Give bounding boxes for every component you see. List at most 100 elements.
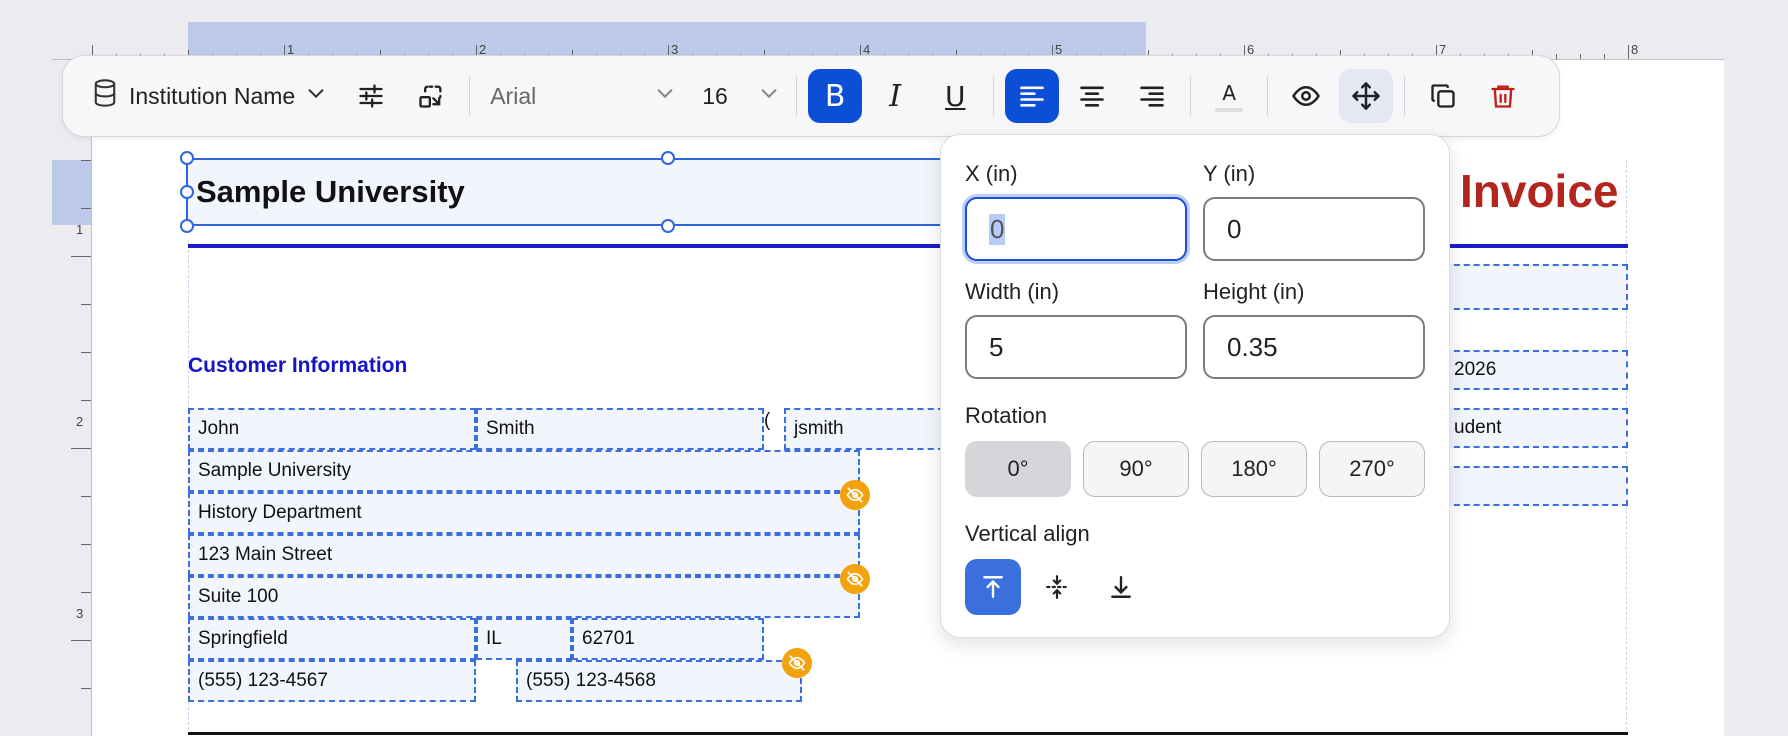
width-input-value: 5 bbox=[989, 331, 1004, 362]
align-top-button[interactable] bbox=[965, 559, 1021, 615]
resize-handle[interactable] bbox=[180, 151, 194, 165]
ruler-tick bbox=[1628, 45, 1629, 59]
ruler-tick bbox=[81, 688, 91, 689]
italic-icon: I bbox=[889, 78, 902, 114]
toolbar-separator bbox=[796, 76, 798, 116]
last-name-text: Smith bbox=[486, 418, 535, 439]
phone-field[interactable]: (555) 123-4567 bbox=[188, 660, 476, 702]
chevron-down-icon bbox=[758, 82, 780, 110]
text-color-button[interactable]: A bbox=[1202, 69, 1256, 123]
date-text: 2026 bbox=[1454, 359, 1497, 380]
toolbar-separator bbox=[1267, 76, 1269, 116]
institution-field[interactable]: Sample University bbox=[188, 450, 860, 492]
first-name-text: John bbox=[198, 418, 240, 439]
username-text: jsmith bbox=[794, 418, 844, 439]
eye-off-icon[interactable] bbox=[840, 564, 870, 594]
resize-handle[interactable] bbox=[180, 185, 194, 199]
ruler-number: 2 bbox=[76, 414, 84, 429]
ruler-tick bbox=[81, 304, 91, 305]
city-text: Springfield bbox=[198, 628, 288, 649]
eye-icon bbox=[1292, 85, 1321, 107]
ruler-tick bbox=[81, 592, 91, 593]
field-selector[interactable]: Institution Name bbox=[83, 78, 341, 114]
y-input[interactable]: 0 bbox=[1203, 197, 1425, 261]
trash-icon bbox=[1491, 85, 1515, 108]
rotation-90-button[interactable]: 90° bbox=[1083, 441, 1189, 497]
x-input[interactable]: 0 bbox=[965, 197, 1187, 261]
resize-handle[interactable] bbox=[661, 219, 675, 233]
move-button[interactable] bbox=[1339, 69, 1394, 123]
first-name-field[interactable]: John bbox=[188, 408, 476, 450]
zip-text: 62701 bbox=[582, 628, 635, 649]
last-name-field[interactable]: Smith bbox=[476, 408, 764, 450]
institution-text: Sample University bbox=[198, 460, 352, 481]
italic-button[interactable]: I bbox=[868, 69, 922, 123]
text-color-icon: A bbox=[1215, 81, 1244, 112]
align-bottom-icon bbox=[1111, 576, 1131, 598]
resize-handle[interactable] bbox=[661, 151, 675, 165]
suite-text: Suite 100 bbox=[198, 586, 279, 607]
align-center-button[interactable] bbox=[1065, 69, 1119, 123]
department-field[interactable]: History Department bbox=[188, 492, 860, 534]
ruler-number: 3 bbox=[76, 606, 84, 621]
bold-icon: B bbox=[824, 78, 846, 114]
select-transform-icon[interactable] bbox=[404, 69, 458, 123]
vertical-ruler: 1 2 3 bbox=[52, 60, 92, 736]
delete-button[interactable] bbox=[1476, 69, 1530, 123]
department-text: History Department bbox=[198, 502, 362, 523]
date-field[interactable]: 2026 bbox=[1444, 350, 1628, 390]
x-label: X (in) bbox=[965, 161, 1018, 186]
right-info-field[interactable] bbox=[1444, 264, 1628, 310]
ruler-tick bbox=[1604, 54, 1605, 59]
width-input[interactable]: 5 bbox=[965, 315, 1187, 379]
y-input-value: 0 bbox=[1227, 213, 1242, 244]
align-middle-button[interactable] bbox=[1029, 559, 1085, 615]
sliders-icon[interactable] bbox=[344, 69, 398, 123]
bold-button[interactable]: B bbox=[808, 69, 863, 123]
rotation-180-button[interactable]: 180° bbox=[1201, 441, 1307, 497]
phone2-text: (555) 123-4568 bbox=[526, 670, 656, 691]
city-field[interactable]: Springfield bbox=[188, 618, 476, 660]
copy-icon bbox=[1431, 84, 1455, 108]
duplicate-button[interactable] bbox=[1416, 69, 1470, 123]
ruler-number: 1 bbox=[76, 222, 84, 237]
ruler-number: 8 bbox=[1631, 42, 1639, 57]
role-field[interactable]: udent bbox=[1444, 408, 1628, 448]
font-family-value: Arial bbox=[490, 82, 537, 109]
align-middle-icon bbox=[1046, 575, 1068, 599]
align-bottom-button[interactable] bbox=[1093, 559, 1149, 615]
ruler-tick bbox=[81, 496, 91, 497]
height-input[interactable]: 0.35 bbox=[1203, 315, 1425, 379]
font-family-select[interactable]: Arial bbox=[478, 82, 688, 110]
eye-off-icon[interactable] bbox=[840, 480, 870, 510]
street-field[interactable]: 123 Main Street bbox=[188, 534, 860, 576]
state-text: IL bbox=[486, 628, 502, 649]
resize-handle[interactable] bbox=[180, 219, 194, 233]
ruler-tick bbox=[81, 544, 91, 545]
align-left-button[interactable] bbox=[1005, 69, 1060, 123]
visibility-button[interactable] bbox=[1279, 69, 1333, 123]
align-top-icon bbox=[983, 576, 1003, 598]
underline-button[interactable]: U bbox=[928, 69, 982, 123]
toolbar-separator bbox=[1404, 76, 1406, 116]
formatting-toolbar: Institution Name Arial 16 B I U A bbox=[62, 55, 1560, 137]
align-left-icon bbox=[1020, 86, 1044, 107]
username-field[interactable]: jsmith bbox=[784, 408, 944, 450]
field-selector-label: Institution Name bbox=[129, 82, 296, 109]
phone2-field[interactable]: (555) 123-4568 bbox=[516, 660, 802, 702]
rotation-label: Rotation bbox=[965, 403, 1047, 428]
align-right-button[interactable] bbox=[1125, 69, 1179, 123]
eye-off-icon[interactable] bbox=[782, 648, 812, 678]
suite-field[interactable]: Suite 100 bbox=[188, 576, 860, 618]
chevron-down-icon bbox=[305, 82, 327, 110]
street-text: 123 Main Street bbox=[198, 544, 333, 565]
state-field[interactable]: IL bbox=[476, 618, 572, 660]
zip-field[interactable]: 62701 bbox=[572, 618, 764, 660]
invoice-title[interactable]: Invoice bbox=[1460, 164, 1619, 218]
rotation-270-button[interactable]: 270° bbox=[1319, 441, 1425, 497]
rotation-0-button[interactable]: 0° bbox=[965, 441, 1071, 497]
ruler-tick bbox=[71, 640, 91, 641]
font-size-select[interactable]: 16 bbox=[688, 82, 788, 110]
right-info-field[interactable] bbox=[1444, 466, 1628, 506]
align-center-icon bbox=[1080, 86, 1104, 107]
